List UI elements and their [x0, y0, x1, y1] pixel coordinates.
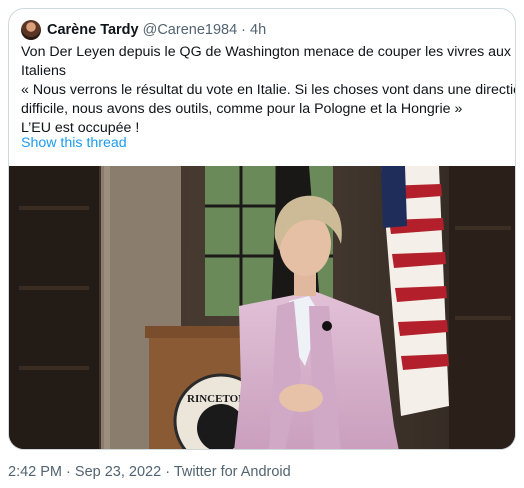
bookshelf-right — [449, 166, 515, 449]
separator: · — [241, 22, 246, 38]
tweet-text-line: difficile, nous avons des outils, comme … — [21, 101, 463, 117]
tweet-text: Von Der Leyen depuis le QG de Washington… — [21, 43, 516, 138]
tweet-text-line: « Nous verrons le résultat du vote en It… — [21, 82, 516, 98]
avatar[interactable] — [21, 20, 41, 40]
tweet-text-line: Von Der Leyen depuis le QG de Washington… — [21, 44, 512, 60]
post-time[interactable]: 2:42 PM — [8, 464, 62, 480]
separator: · — [66, 464, 71, 480]
tweet-header: Carène Tardy @Carene1984 · 4h — [21, 19, 266, 41]
show-thread-link[interactable]: Show this thread — [21, 135, 127, 151]
author-handle[interactable]: @Carene1984 — [143, 22, 238, 38]
author-name[interactable]: Carène Tardy — [47, 22, 139, 38]
video-frame: RINCETON U — [9, 166, 515, 449]
tweet-metadata: 2:42 PM · Sep 23, 2022 · Twitter for And… — [8, 464, 291, 480]
tweet-text-line: Italiens — [21, 63, 66, 79]
post-date[interactable]: Sep 23, 2022 — [75, 464, 161, 480]
tweet-card[interactable]: Carène Tardy @Carene1984 · 4h Von Der Le… — [8, 8, 516, 450]
relative-time[interactable]: 4h — [250, 22, 266, 38]
separator: · — [165, 464, 171, 480]
post-client[interactable]: Twitter for Android — [174, 464, 291, 480]
tweet-video[interactable]: RINCETON U — [9, 166, 515, 449]
